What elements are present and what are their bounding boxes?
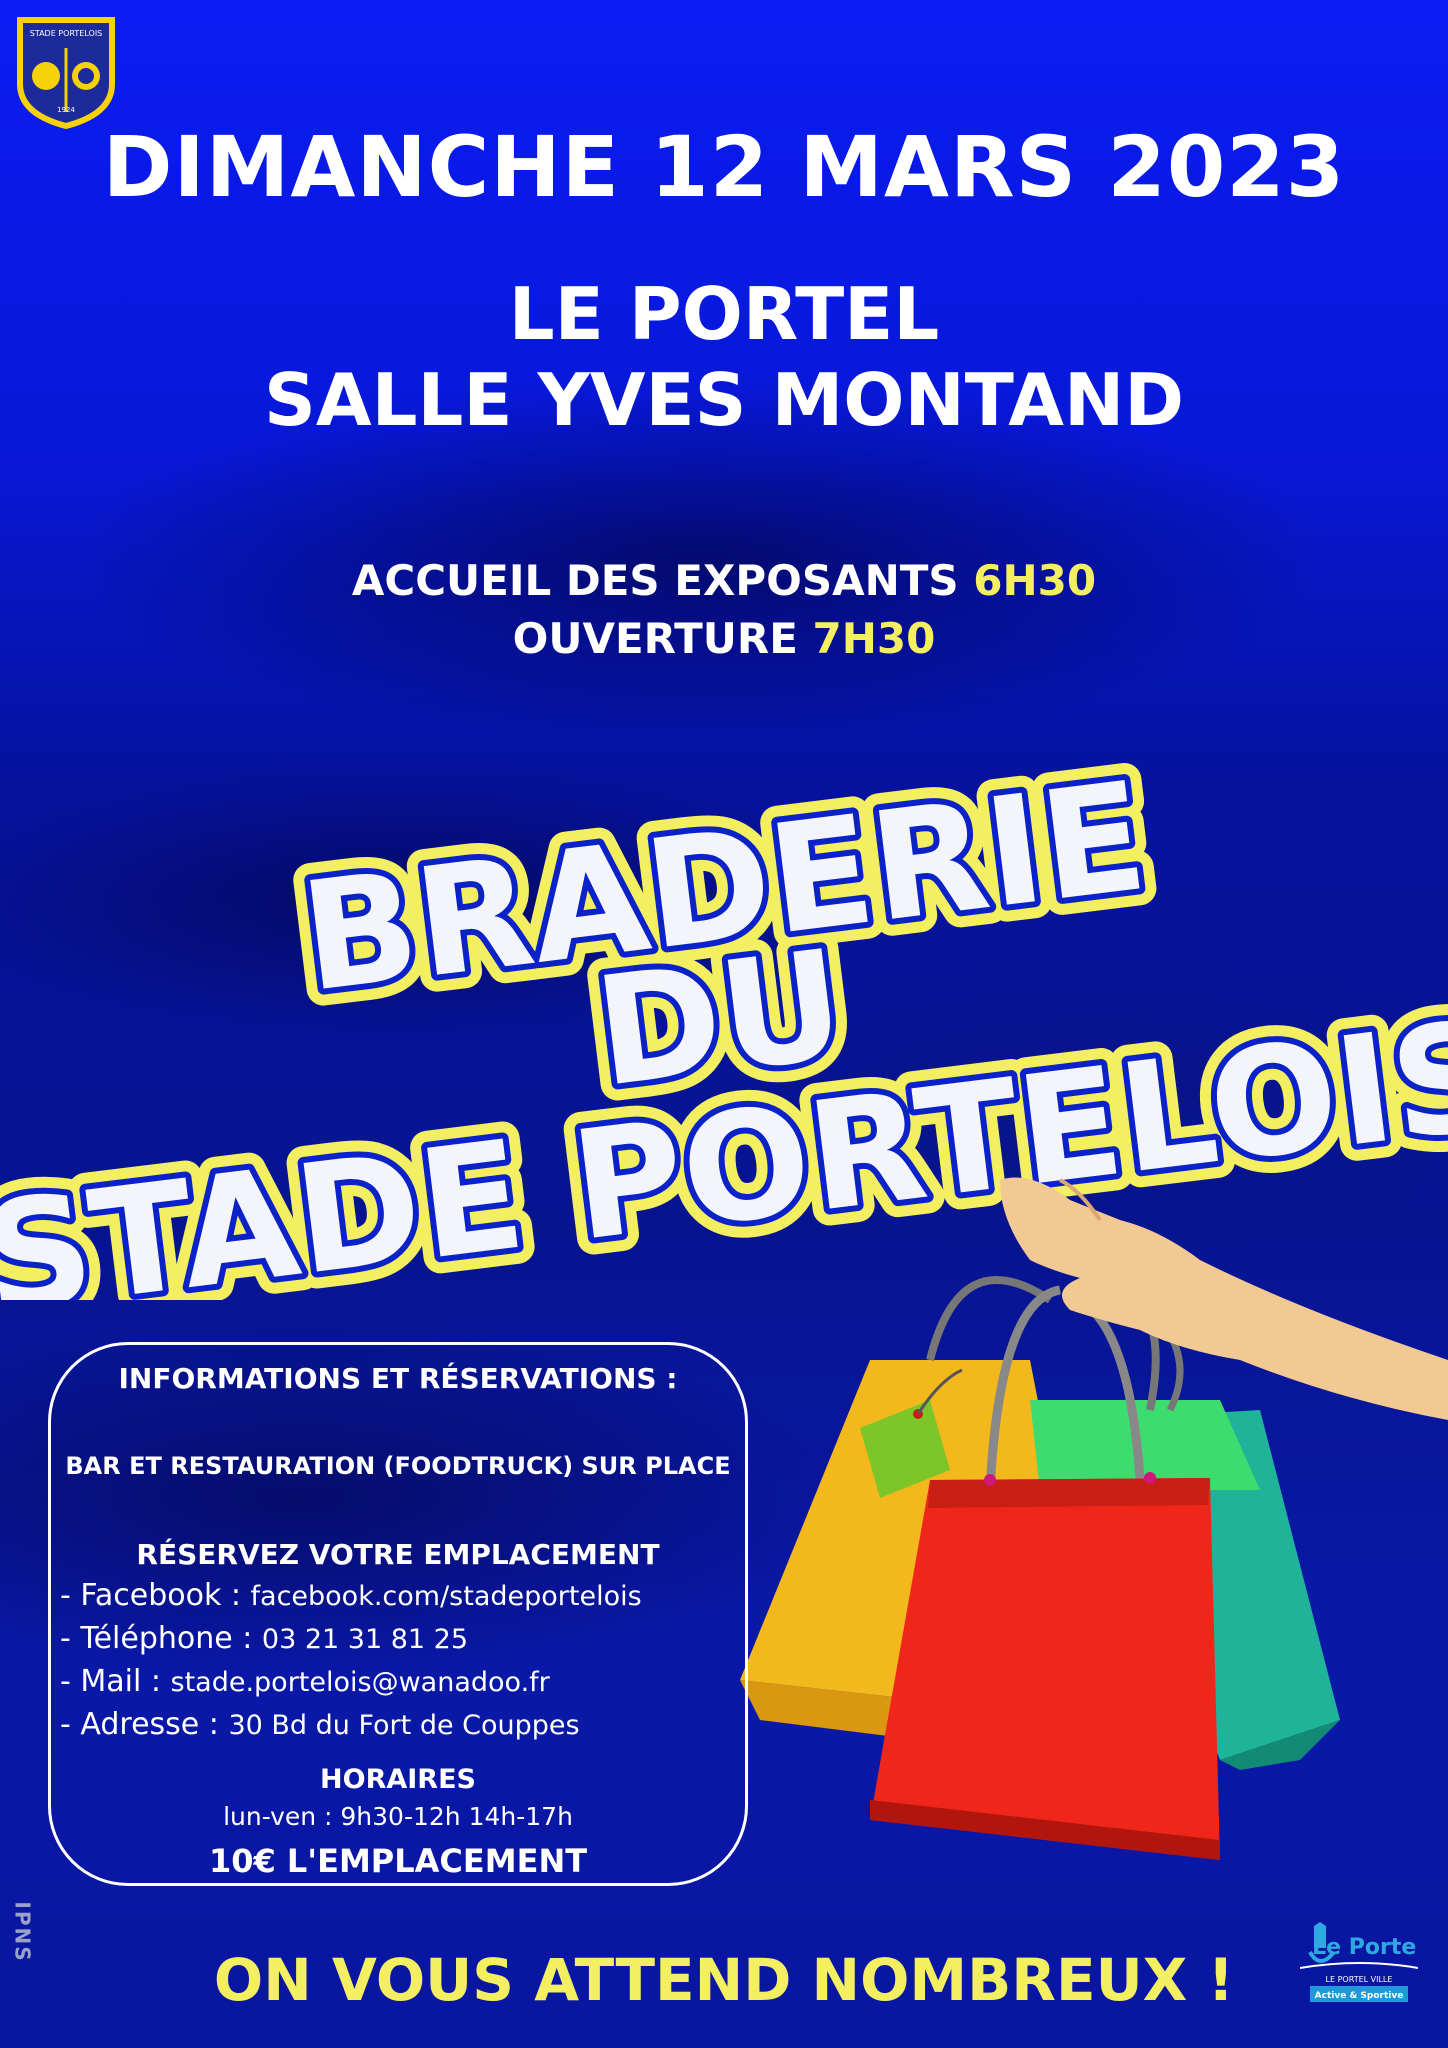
address-label: - Adresse : — [60, 1707, 219, 1742]
location-venue: SALLE YVES MONTAND — [264, 358, 1184, 442]
town-logo-name: Le Portel — [1312, 1935, 1418, 1960]
price: 10€ L'EMPLACEMENT — [208, 1842, 588, 1880]
exhibitors-time: 6H30 — [973, 556, 1097, 605]
town-logo-tagline: LE PORTEL VILLE — [1326, 1975, 1393, 1984]
town-logo-badge: Active & Sportive — [1315, 1991, 1404, 2001]
crest-text: STADE PORTELOIS — [30, 29, 103, 38]
le-portel-town-logo: Le Portel LE PORTEL VILLE Active & Sport… — [1300, 1922, 1418, 2002]
shopping-bags-illustration — [740, 1177, 1448, 1860]
contact-address: - Adresse : 30 Bd du Fort de Couppes — [60, 1707, 580, 1742]
contact-phone: - Téléphone : 03 21 31 81 25 — [60, 1621, 468, 1656]
red-bag — [870, 1478, 1220, 1860]
facebook-link[interactable]: facebook.com/stadeportelois — [251, 1581, 642, 1612]
exhibitors-line: ACCUEIL DES EXPOSANTS 6H30 — [0, 552, 1448, 610]
club-crest-logo: STADE PORTELOIS 1924 — [17, 17, 115, 130]
phone-number[interactable]: 03 21 31 81 25 — [262, 1624, 468, 1655]
contact-mail: - Mail : stade.portelois@wanadoo.fr — [60, 1664, 550, 1699]
contact-facebook: - Facebook : facebook.com/stadeportelois — [60, 1578, 642, 1613]
event-date: DIMANCHE 12 MARS 2023 — [102, 118, 1346, 216]
mail-label: - Mail : — [60, 1664, 161, 1699]
info-heading: INFORMATIONS ET RÉSERVATIONS : — [118, 1362, 678, 1395]
opening-time: 7H30 — [812, 614, 936, 663]
location-town: LE PORTEL — [508, 272, 940, 356]
address-value: 30 Bd du Fort de Couppes — [228, 1710, 580, 1741]
facebook-label: - Facebook : — [60, 1578, 241, 1613]
poster: STADE PORTELOIS 1924 DIMANCHE 12 MARS 20… — [0, 0, 1448, 2048]
mail-address[interactable]: stade.portelois@wanadoo.fr — [171, 1667, 550, 1698]
info-bar-restaurant: BAR ET RESTAURATION (FOODTRUCK) SUR PLAC… — [65, 1452, 731, 1480]
phone-label: - Téléphone : — [60, 1621, 253, 1656]
schedule: ACCUEIL DES EXPOSANTS 6H30 OUVERTURE 7H3… — [0, 552, 1448, 668]
hours-value: lun-ven : 9h30-12h 14h-17h — [223, 1802, 573, 1831]
hours-heading: HORAIRES — [320, 1764, 476, 1795]
hand — [1000, 1177, 1448, 1420]
footer-slogan: ON VOUS ATTEND NOMBREUX ! — [213, 1946, 1235, 2014]
exhibitors-label: ACCUEIL DES EXPOSANTS — [351, 556, 959, 605]
opening-label: OUVERTURE — [512, 614, 798, 663]
info-reserve-heading: RÉSERVEZ VOTRE EMPLACEMENT — [136, 1538, 660, 1571]
crest-year: 1924 — [57, 106, 75, 114]
ipns-mark: IPNS — [10, 1901, 35, 1963]
opening-line: OUVERTURE 7H30 — [0, 610, 1448, 668]
